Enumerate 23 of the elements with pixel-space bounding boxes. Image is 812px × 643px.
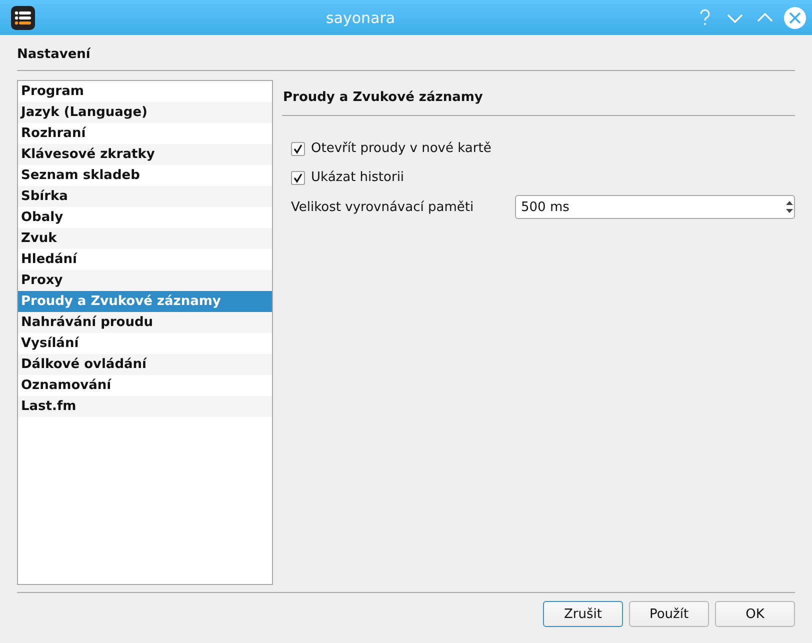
- category-item[interactable]: Last.fm: [18, 396, 272, 417]
- category-item[interactable]: Jazyk (Language): [18, 102, 272, 123]
- settings-heading: Nastavení: [17, 35, 795, 71]
- checkbox[interactable]: [291, 142, 305, 156]
- spin-field[interactable]: 500 ms: [515, 195, 795, 219]
- dialog-button[interactable]: Použít: [629, 601, 709, 627]
- section-title: Proudy a Zvukové záznamy: [282, 81, 795, 116]
- close-icon[interactable]: [784, 6, 806, 28]
- dialog-button[interactable]: Zrušit: [543, 601, 623, 627]
- category-item[interactable]: Klávesové zkratky: [18, 144, 272, 165]
- dialog-button[interactable]: OK: [715, 601, 795, 627]
- category-item[interactable]: Sbírka: [18, 186, 272, 207]
- category-item[interactable]: Proudy a Zvukové záznamy: [18, 291, 272, 312]
- category-item[interactable]: Zvuk: [18, 228, 272, 249]
- window-title: sayonara: [324, 8, 396, 26]
- checkbox-label: Otevřít proudy v nové kartě: [311, 141, 492, 156]
- checkbox[interactable]: [291, 170, 305, 184]
- category-item[interactable]: Nahrávání proudu: [18, 312, 272, 333]
- field-label: Velikost vyrovnávací paměti: [291, 200, 474, 214]
- app-icon: [11, 6, 35, 30]
- category-item[interactable]: Dálkové ovládání: [18, 354, 272, 375]
- checkbox-label: Ukázat historii: [311, 170, 404, 185]
- category-item[interactable]: Proxy: [18, 270, 272, 291]
